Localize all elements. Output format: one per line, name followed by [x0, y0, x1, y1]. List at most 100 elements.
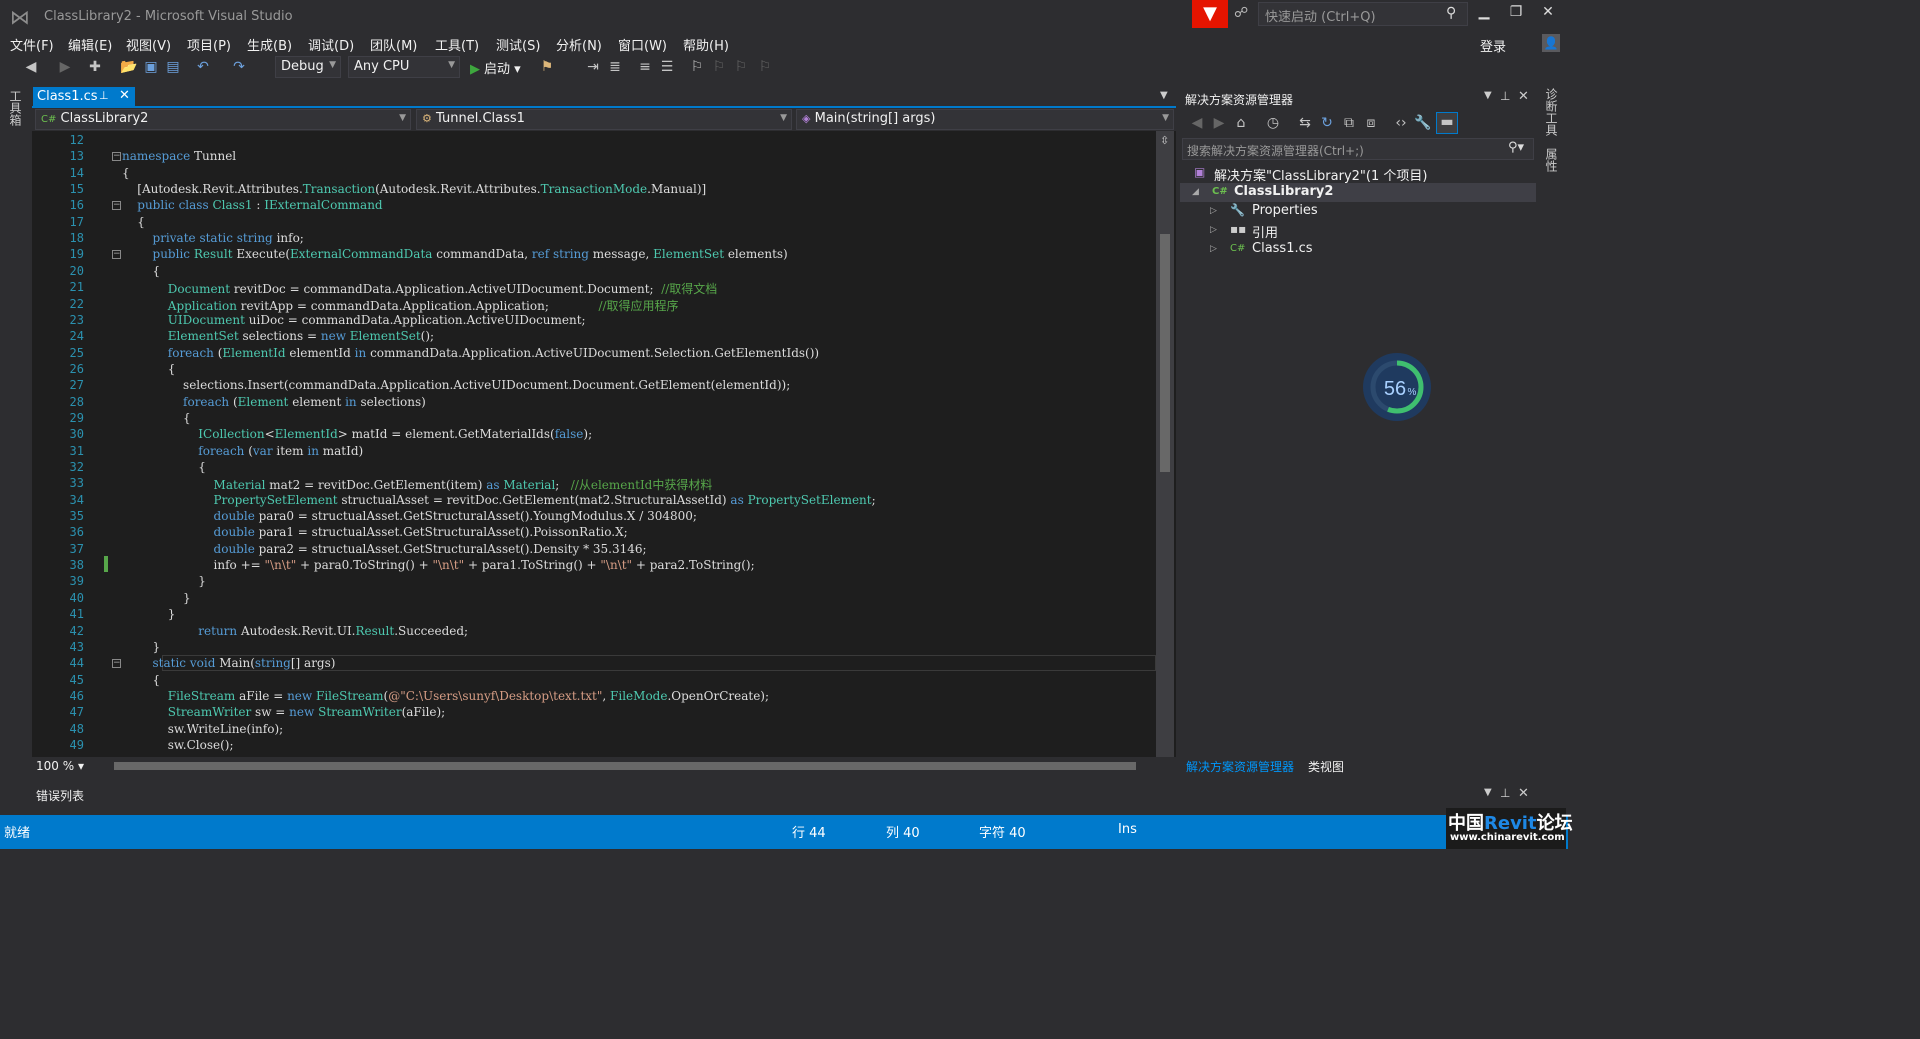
preview-selected-icon[interactable]: ▬ — [1436, 112, 1458, 134]
collapse-region-icon[interactable]: − — [112, 659, 121, 669]
collapse-region-icon[interactable]: − — [112, 152, 121, 162]
pin-icon[interactable]: ⊥ — [99, 89, 109, 102]
menu-edit[interactable]: 编辑(E) — [68, 35, 112, 54]
window-menu-icon[interactable]: ▼ — [1484, 90, 1492, 101]
home-icon[interactable]: ⌂ — [1232, 114, 1250, 132]
tree-item-references[interactable]: ▷ ▪▪ 引用 — [1180, 221, 1536, 241]
tab-class-view[interactable]: 类视图 — [1308, 758, 1344, 775]
properties-tab[interactable]: 属性 — [1544, 148, 1560, 172]
menu-file[interactable]: 文件(F) — [10, 35, 54, 54]
comment-icon[interactable]: ≡ — [636, 58, 654, 76]
collapse-all-icon[interactable]: ⧉ — [1340, 114, 1358, 132]
type-nav-select[interactable]: ⚙ Tunnel.Class1 ▼ — [416, 109, 792, 130]
start-debug-button[interactable]: ▶ 启动 ▾ — [470, 58, 521, 77]
tab-class1-cs[interactable]: Class1.cs ⊥ ✕ — [33, 87, 135, 107]
tree-item-label: ClassLibrary2 — [1234, 184, 1334, 199]
watermark-url: www.chinarevit.com — [1450, 832, 1565, 843]
progress-value: 56 — [1384, 378, 1406, 400]
tab-solution-explorer[interactable]: 解决方案资源管理器 — [1186, 758, 1294, 775]
avatar-icon[interactable]: 👤 — [1542, 34, 1560, 52]
menu-team[interactable]: 团队(M) — [370, 35, 417, 54]
next-bookmark-icon[interactable]: ⚐ — [732, 58, 750, 76]
toolbox-tab[interactable]: 工具箱 — [8, 90, 24, 126]
horizontal-scroll-thumb[interactable] — [114, 762, 1136, 770]
pending-changes-icon[interactable]: ◷ — [1264, 114, 1282, 132]
solution-config-select[interactable]: Debug ▼ — [275, 56, 341, 78]
collapse-region-icon[interactable]: − — [112, 250, 121, 260]
project-nav-select[interactable]: C# ClassLibrary2 ▼ — [35, 109, 411, 130]
vertical-scroll-thumb[interactable] — [1160, 234, 1170, 472]
tree-item-solution[interactable]: ▣ 解决方案"ClassLibrary2"(1 个项目) — [1180, 164, 1536, 184]
open-file-icon[interactable]: 📂 — [120, 58, 138, 76]
new-project-icon[interactable]: ✚ — [86, 58, 104, 76]
tree-item-class1[interactable]: ▷ C# Class1.cs — [1180, 240, 1536, 259]
menu-help[interactable]: 帮助(H) — [683, 35, 729, 54]
diagnostic-tools-tab[interactable]: 诊断工具 — [1544, 88, 1560, 136]
menu-debug[interactable]: 调试(D) — [308, 35, 354, 54]
quick-launch-input[interactable]: 快速启动 (Ctrl+Q) — [1258, 2, 1468, 26]
view-code-icon[interactable]: ‹› — [1392, 114, 1410, 132]
notifications-filter-icon[interactable]: ▼ — [1192, 0, 1228, 28]
menu-build[interactable]: 生成(B) — [247, 35, 292, 54]
redo-icon[interactable]: ↷ — [230, 58, 248, 76]
solution-search-input[interactable]: 搜索解决方案资源管理器(Ctrl+;) — [1182, 138, 1534, 160]
back-icon[interactable]: ◀ — [1188, 114, 1206, 132]
properties-wrench-icon[interactable]: 🔧 — [1414, 114, 1432, 132]
forward-icon[interactable]: ▶ — [1210, 114, 1228, 132]
tab-overflow-icon[interactable]: ▼ — [1160, 90, 1168, 101]
code-editor[interactable]: 12 13− namespace Tunnel 14{15 [Autodesk.Rev… — [32, 131, 1176, 757]
close-icon[interactable]: ✕ — [1518, 786, 1529, 801]
close-icon[interactable]: ✕ — [1518, 89, 1529, 104]
line-number: 15 — [69, 182, 84, 197]
prev-bookmark-icon[interactable]: ⚐ — [710, 58, 728, 76]
collapsed-arrow-icon[interactable]: ▷ — [1210, 206, 1217, 216]
zoom-select[interactable]: 100 % ▾ — [36, 759, 84, 773]
member-nav-select[interactable]: ◈ Main(string[] args) ▼ — [796, 109, 1174, 130]
menu-view[interactable]: 视图(V) — [126, 35, 171, 54]
save-all-icon[interactable]: ▤ — [164, 58, 182, 76]
navigate-forward-icon[interactable]: ▶ — [56, 58, 74, 76]
split-icon[interactable]: ⇳ — [1160, 134, 1169, 147]
window-menu-icon[interactable]: ▼ — [1484, 787, 1492, 798]
minimize-button[interactable]: ▁ — [1472, 4, 1496, 24]
sync-icon[interactable]: ⇆ — [1296, 114, 1314, 132]
sign-in-link[interactable]: 登录 — [1480, 36, 1506, 55]
expanded-arrow-icon[interactable]: ◢ — [1192, 187, 1199, 197]
tree-item-project[interactable]: ◢ C# ClassLibrary2 — [1180, 183, 1536, 202]
code-line: public class Class1 : IExternalCommand — [137, 198, 383, 213]
bookmark-icon[interactable]: ⚐ — [688, 58, 706, 76]
document-tab-bar — [32, 86, 1176, 108]
pin-icon[interactable]: ⊥ — [1500, 786, 1510, 800]
refresh-icon[interactable]: ↻ — [1318, 114, 1336, 132]
uncomment-icon[interactable]: ☰ — [658, 58, 676, 76]
navigate-back-icon[interactable]: ◀ — [22, 58, 40, 76]
menu-window[interactable]: 窗口(W) — [618, 35, 667, 54]
menu-tools[interactable]: 工具(T) — [435, 35, 479, 54]
find-in-files-icon[interactable]: ⚑ — [538, 58, 556, 76]
pin-icon[interactable]: ⊥ — [1500, 89, 1510, 103]
format-icon[interactable]: ≣ — [606, 58, 624, 76]
menu-test[interactable]: 测试(S) — [496, 35, 540, 54]
restore-button[interactable]: ❐ — [1504, 4, 1528, 24]
start-label: 启动 — [484, 62, 511, 77]
feedback-icon[interactable]: ☍ — [1234, 5, 1252, 23]
tree-item-properties[interactable]: ▷ 🔧 Properties — [1180, 202, 1536, 221]
close-window-button[interactable]: ✕ — [1536, 4, 1560, 24]
line-number: 22 — [69, 296, 84, 311]
save-icon[interactable]: ▣ — [142, 58, 160, 76]
step-icon[interactable]: ⇥ — [584, 58, 602, 76]
project-nav-value: ClassLibrary2 — [60, 111, 149, 126]
clear-bookmarks-icon[interactable]: ⚐ — [756, 58, 774, 76]
show-all-files-icon[interactable]: ⧈ — [1362, 114, 1380, 132]
solution-platform-select[interactable]: Any CPU ▼ — [348, 56, 460, 78]
undo-icon[interactable]: ↶ — [194, 58, 212, 76]
menu-analyze[interactable]: 分析(N) — [556, 35, 602, 54]
tab-label: Class1.cs — [37, 89, 98, 104]
collapsed-arrow-icon[interactable]: ▷ — [1210, 244, 1217, 254]
collapsed-arrow-icon[interactable]: ▷ — [1210, 225, 1217, 235]
line-number: 49 — [69, 737, 84, 752]
collapse-region-icon[interactable]: − — [112, 201, 121, 211]
close-icon[interactable]: ✕ — [119, 88, 130, 103]
menu-project[interactable]: 项目(P) — [187, 35, 231, 54]
play-icon: ▶ — [470, 62, 480, 77]
